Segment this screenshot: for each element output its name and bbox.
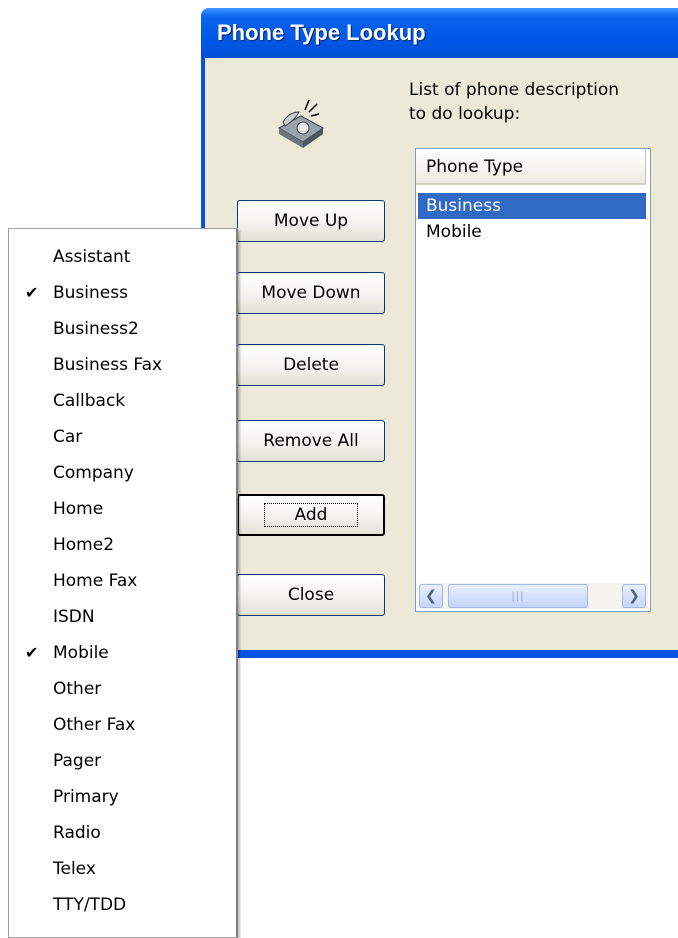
- menu-item-mobile[interactable]: ✔ Mobile: [9, 635, 235, 671]
- scroll-left-arrow-icon[interactable]: ❮: [419, 584, 443, 608]
- move-down-button[interactable]: Move Down: [237, 272, 385, 314]
- menu-item-primary[interactable]: Primary: [9, 779, 235, 815]
- menu-item-label: Other: [53, 679, 102, 699]
- menu-item-home[interactable]: Home: [9, 491, 235, 527]
- menu-item-label: Home2: [53, 535, 115, 555]
- menu-item-label: Business2: [53, 319, 139, 339]
- ringing-telephone-icon: [277, 99, 324, 148]
- column-header-phone-type[interactable]: Phone Type: [416, 149, 646, 185]
- menu-item-label: Home Fax: [53, 571, 138, 591]
- delete-button-label: Delete: [283, 355, 339, 375]
- title-bar[interactable]: Phone Type Lookup: [201, 8, 678, 58]
- list-description-label: List of phone description to do lookup:: [409, 80, 620, 124]
- menu-item-label: Primary: [53, 787, 119, 807]
- grip-icon: |||: [511, 590, 525, 602]
- move-up-button-label: Move Up: [273, 211, 349, 231]
- move-down-button-label: Move Down: [261, 283, 361, 303]
- window-title: Phone Type Lookup: [217, 20, 426, 45]
- menu-item-company[interactable]: Company: [9, 455, 235, 491]
- menu-item-label: Telex: [53, 859, 96, 879]
- remove-all-button[interactable]: Remove All: [237, 420, 385, 462]
- checkmark-icon: ✔: [25, 643, 39, 662]
- menu-item-home-fax[interactable]: Home Fax: [9, 563, 235, 599]
- list-item[interactable]: Business: [418, 193, 646, 219]
- menu-item-radio[interactable]: Radio: [9, 815, 235, 851]
- menu-item-label: Business: [53, 283, 128, 303]
- menu-item-tty-tdd[interactable]: TTY/TDD: [9, 887, 235, 923]
- menu-item-business2[interactable]: Business2: [9, 311, 235, 347]
- close-button-label: Close: [287, 585, 335, 605]
- menu-item-business-fax[interactable]: Business Fax: [9, 347, 235, 383]
- phone-type-list[interactable]: Phone Type Business Mobile ❮ ||| ❯: [415, 148, 651, 612]
- move-up-button[interactable]: Move Up: [237, 200, 385, 242]
- menu-item-label: Callback: [53, 391, 126, 411]
- phone-type-lookup-dialog: Phone Type Lookup List of phone descript…: [201, 8, 678, 658]
- menu-item-home2[interactable]: Home2: [9, 527, 235, 563]
- menu-item-business[interactable]: ✔ Business: [9, 275, 235, 311]
- dialog-client-area: List of phone description to do lookup: …: [205, 58, 678, 650]
- menu-item-car[interactable]: Car: [9, 419, 235, 455]
- menu-item-other-fax[interactable]: Other Fax: [9, 707, 235, 743]
- add-button[interactable]: Add: [237, 494, 385, 536]
- menu-item-label: Other Fax: [53, 715, 136, 735]
- delete-button[interactable]: Delete: [237, 344, 385, 386]
- scroll-right-arrow-icon[interactable]: ❯: [622, 584, 646, 608]
- phone-type-popup-menu: Assistant ✔ Business Business2 Business F…: [8, 228, 238, 938]
- menu-item-label: Business Fax: [53, 355, 163, 375]
- scrollbar-thumb[interactable]: |||: [448, 584, 588, 608]
- horizontal-scrollbar[interactable]: ❮ ||| ❯: [418, 583, 648, 609]
- checkmark-icon: ✔: [25, 283, 39, 302]
- menu-item-label: Radio: [53, 823, 101, 843]
- add-button-label: Add: [263, 503, 359, 527]
- menu-item-label: Mobile: [53, 643, 109, 663]
- menu-item-label: Pager: [53, 751, 102, 771]
- list-item[interactable]: Mobile: [418, 219, 646, 245]
- menu-item-label: Home: [53, 499, 104, 519]
- menu-item-label: TTY/TDD: [53, 895, 127, 915]
- close-button[interactable]: Close: [237, 574, 385, 616]
- menu-item-isdn[interactable]: ISDN: [9, 599, 235, 635]
- menu-item-label: Car: [53, 427, 83, 447]
- remove-all-button-label: Remove All: [263, 431, 359, 451]
- menu-item-telex[interactable]: Telex: [9, 851, 235, 887]
- menu-item-label: Assistant: [53, 247, 131, 267]
- menu-item-pager[interactable]: Pager: [9, 743, 235, 779]
- menu-item-other[interactable]: Other: [9, 671, 235, 707]
- menu-item-assistant[interactable]: Assistant: [9, 239, 235, 275]
- menu-item-label: Company: [53, 463, 134, 483]
- menu-item-callback[interactable]: Callback: [9, 383, 235, 419]
- menu-item-label: ISDN: [53, 607, 95, 627]
